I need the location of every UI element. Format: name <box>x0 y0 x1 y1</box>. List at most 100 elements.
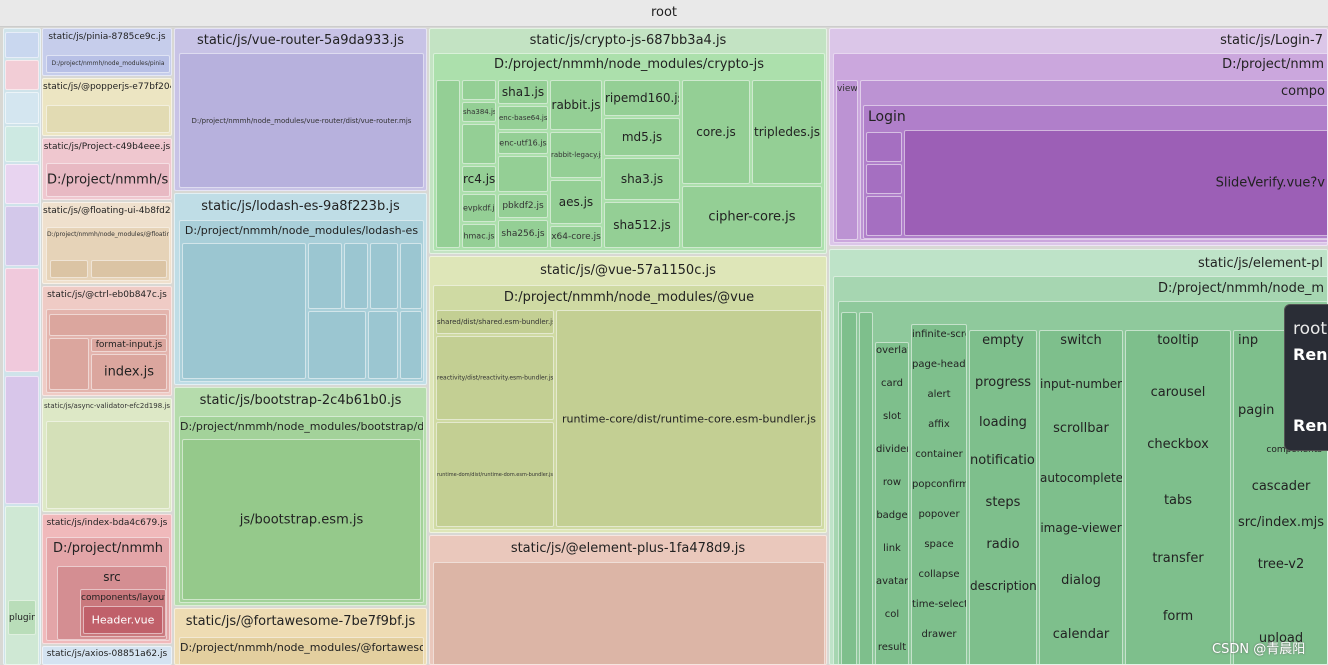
ctrl-chunk[interactable]: static/js/@ctrl-eb0b847c.js format-input… <box>42 286 172 396</box>
register-vue-box[interactable] <box>866 196 902 236</box>
element-components[interactable]: overlay card slot divider row badge link avatar… <box>838 301 1327 664</box>
compo-box[interactable]: compo Login SlideVerify.vue?v <box>860 80 1327 240</box>
components-layout-box[interactable]: components/layout Header.vue <box>80 589 166 637</box>
rabbit-box[interactable]: rabbit.js <box>550 80 602 130</box>
vue-router-path[interactable]: D:/project/nmmh/node_modules/vue-router/… <box>179 53 424 188</box>
pinia-chunk[interactable]: static/js/pinia-8785ce9c.js D:/project/n… <box>42 28 172 76</box>
format-input-box[interactable]: format-input.js <box>91 338 167 352</box>
cipher-core-box[interactable]: cipher-core.js <box>682 186 822 248</box>
small-chunk[interactable] <box>5 164 39 204</box>
lodash-files[interactable] <box>370 243 398 309</box>
sha1-box[interactable]: sha1.js <box>498 80 548 104</box>
evpkdf-box[interactable]: evpkdf.js <box>462 194 496 222</box>
col-a[interactable]: empty progress loading notification step… <box>969 330 1037 664</box>
hmac-box[interactable]: hmac.js <box>462 224 496 248</box>
fortawesome-path[interactable]: D:/project/nmmh/node_modules/@fortawesom… <box>179 637 424 664</box>
vue-router-chunk[interactable]: static/js/vue-router-5a9da933.js D:/proj… <box>174 28 427 191</box>
axios-chunk[interactable]: static/js/axios-08851a62.js <box>42 646 172 665</box>
floating-file[interactable] <box>91 260 167 278</box>
ripemd160-box[interactable]: ripemd160.js <box>604 80 680 116</box>
crypto-small-files[interactable] <box>436 80 460 248</box>
project-chunk[interactable]: static/js/Project-c49b4eee.js D:/project… <box>42 138 172 200</box>
crypto-file[interactable] <box>462 80 496 100</box>
aes-box[interactable]: aes.js <box>550 180 602 224</box>
root-header[interactable]: root <box>0 0 1328 27</box>
reset-vue-box[interactable] <box>866 164 902 194</box>
index-bda-chunk[interactable]: static/js/index-bda4c679.js D:/project/n… <box>42 514 172 644</box>
lodash-files[interactable] <box>308 311 366 379</box>
rc4-box[interactable]: rc4.js <box>462 166 496 192</box>
view-box[interactable]: view <box>836 80 858 240</box>
element-plus-chunk[interactable]: static/js/@element-plus-1fa478d9.js <box>429 535 827 665</box>
sha512-box[interactable]: sha512.js <box>604 202 680 248</box>
element-misc[interactable] <box>859 312 873 664</box>
fortawesome-chunk[interactable]: static/js/@fortawesome-7be7f9bf.js D:/pr… <box>174 608 427 665</box>
lodash-files[interactable] <box>400 243 422 309</box>
md5-box[interactable]: md5.js <box>604 118 680 156</box>
col-c[interactable]: tooltip carousel checkbox tabs transfer … <box>1125 330 1231 664</box>
floating-ui-chunk[interactable]: static/js/@floating-ui-4b8fd220.js D:/pr… <box>42 202 172 284</box>
bootstrap-esm-box[interactable]: js/bootstrap.esm.js <box>182 439 421 600</box>
element-plus-inner[interactable] <box>433 562 825 664</box>
login-folder[interactable]: Login SlideVerify.vue?v <box>863 105 1327 239</box>
small-chunk[interactable] <box>5 126 39 162</box>
popperjs-chunk[interactable]: static/js/@popperjs-e77bf204.js <box>42 78 172 136</box>
runtime-core-box[interactable]: runtime-core/dist/runtime-core.esm-bundl… <box>556 310 822 527</box>
popperjs-inner[interactable] <box>46 105 170 133</box>
pbkdf2-box[interactable]: pbkdf2.js <box>498 194 548 218</box>
async-validator-chunk[interactable]: static/js/async-validator-efc2d198.js <box>42 398 172 512</box>
login-vue-box[interactable] <box>866 132 902 162</box>
small-chunk[interactable] <box>5 92 39 124</box>
plugin-box[interactable]: plugin <box>8 600 36 635</box>
async-validator-inner[interactable] <box>46 421 170 509</box>
small-chunk[interactable] <box>5 32 39 58</box>
sha256-box[interactable]: sha256.js <box>498 220 548 248</box>
crypto-file[interactable] <box>462 124 496 164</box>
header-vue-box[interactable]: Header.vue <box>83 606 163 634</box>
element-path[interactable]: D:/project/nmmh/node_m overlay card slot di… <box>833 276 1327 664</box>
ctrl-inner[interactable]: format-input.js index.js <box>46 309 170 393</box>
runtime-dom-box[interactable]: runtime-dom/dist/runtime-dom.esm-bundler… <box>436 422 554 527</box>
small-components[interactable]: overlay card slot divider row badge link avatar… <box>875 342 909 664</box>
index-js-box[interactable]: index.js <box>91 354 167 390</box>
bootstrap-path[interactable]: D:/project/nmmh/node_modules/bootstrap/d… <box>179 416 424 603</box>
floating-file[interactable] <box>50 260 88 278</box>
small-chunk[interactable] <box>5 206 39 266</box>
crypto-js-chunk[interactable]: static/js/crypto-js-687bb3a4.js D:/proje… <box>429 28 827 254</box>
ctrl-file[interactable] <box>49 338 89 390</box>
enc-base64-box[interactable]: enc-base64.js <box>498 106 548 130</box>
slide-verify-box[interactable]: SlideVerify.vue?v <box>904 130 1327 236</box>
col-b[interactable]: switch input-number scrollbar autocomple… <box>1039 330 1123 664</box>
vue-path[interactable]: D:/project/nmmh/node_modules/@vue shared… <box>433 285 825 530</box>
lodash-files[interactable] <box>308 243 342 309</box>
medium-components[interactable]: infinite-scroll page-header alert affix cont… <box>911 324 967 664</box>
sha3-box[interactable]: sha3.js <box>604 158 680 200</box>
enc-utf16-box[interactable]: enc-utf16.js <box>498 132 548 154</box>
small-chunk[interactable] <box>5 506 39 665</box>
sha384-box[interactable]: sha384.js <box>462 102 496 122</box>
login-path[interactable]: D:/project/nmm view compo Login SlideVer… <box>833 53 1327 243</box>
tripledes-box[interactable]: tripledes.js <box>752 80 822 184</box>
index-bda-path[interactable]: D:/project/nmmh src components/layout He… <box>46 537 170 641</box>
lodash-files[interactable] <box>344 243 368 309</box>
crypto-js-path[interactable]: D:/project/nmmh/node_modules/crypto-js s… <box>433 53 825 251</box>
project-path[interactable]: D:/project/nmmh/src <box>46 163 170 197</box>
pinia-path[interactable]: D:/project/nmmh/node_modules/pinia <box>46 55 170 73</box>
element-misc[interactable] <box>841 312 857 664</box>
lodash-files[interactable] <box>368 311 398 379</box>
rabbit-legacy-box[interactable]: rabbit-legacy.js <box>550 132 602 178</box>
small-chunk[interactable] <box>5 376 39 504</box>
crypto-file[interactable] <box>498 156 548 192</box>
lodash-chunk[interactable]: static/js/lodash-es-9a8f223b.js D:/proje… <box>174 193 427 385</box>
small-chunk[interactable] <box>5 268 39 372</box>
element-chunk[interactable]: static/js/element-pl D:/project/nmmh/nod… <box>829 249 1328 665</box>
lodash-path[interactable]: D:/project/nmmh/node_modules/lodash-es <box>179 220 424 382</box>
lodash-files[interactable] <box>182 243 306 379</box>
login-chunk[interactable]: static/js/Login-7 D:/project/nmm view co… <box>829 28 1328 246</box>
reactivity-box[interactable]: reactivity/dist/reactivity.esm-bundler.j… <box>436 336 554 420</box>
src-box[interactable]: src components/layout Header.vue <box>57 566 167 640</box>
ctrl-file[interactable] <box>49 314 167 336</box>
core-box[interactable]: core.js <box>682 80 750 184</box>
shared-box[interactable]: shared/dist/shared.esm-bundler.js <box>436 310 554 334</box>
small-chunk[interactable] <box>5 60 39 90</box>
